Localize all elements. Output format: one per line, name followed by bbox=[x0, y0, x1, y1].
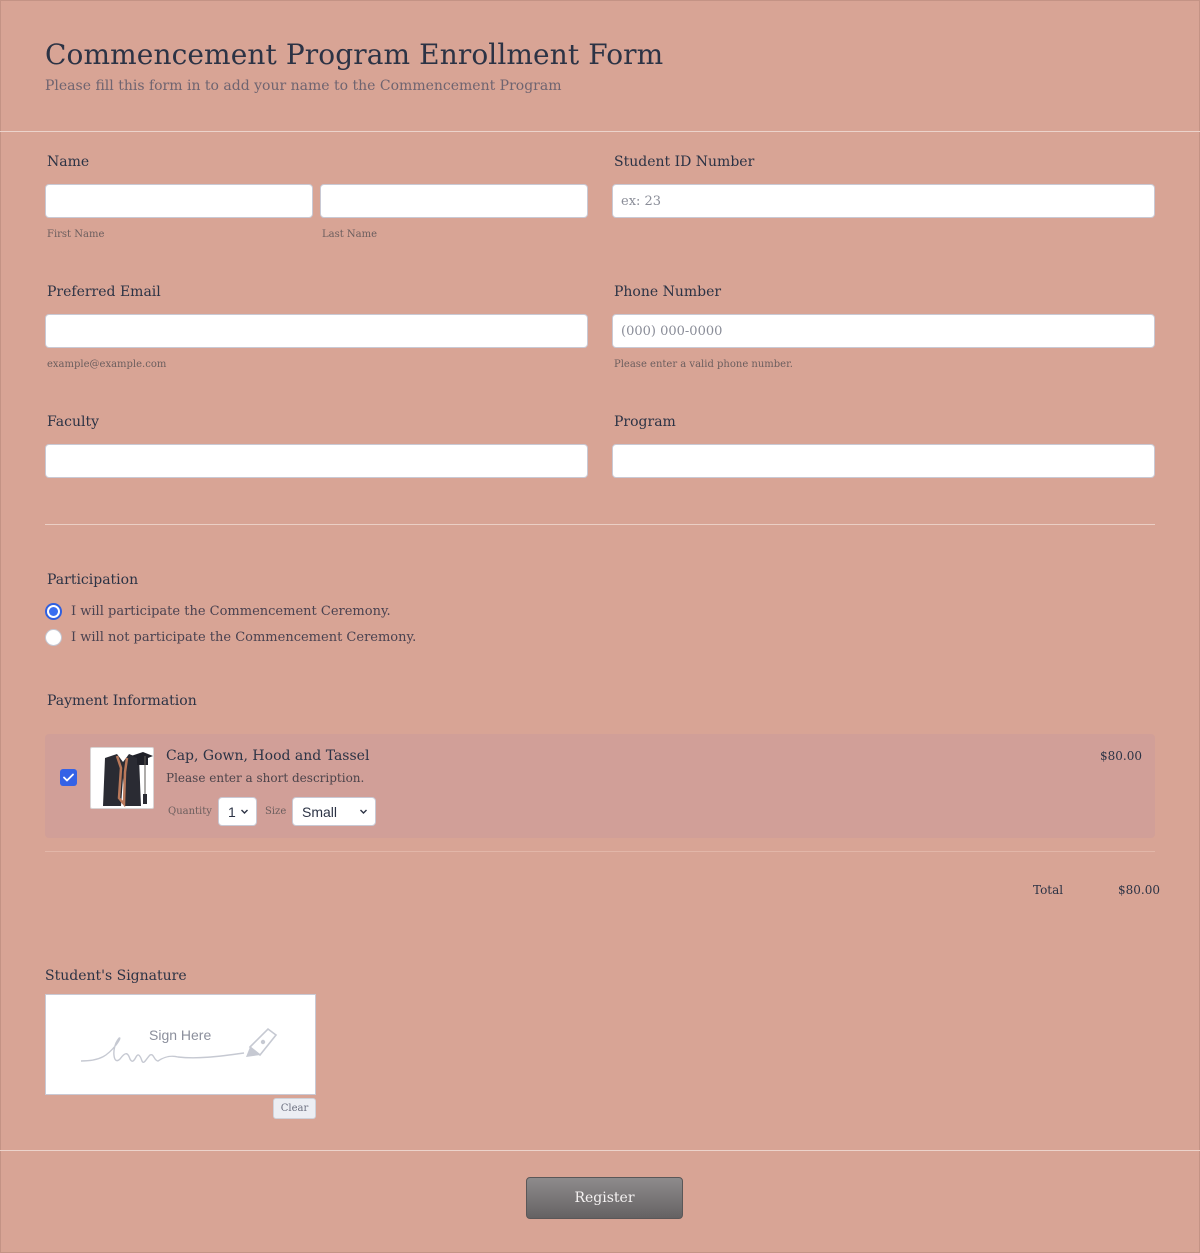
phone-label: Phone Number bbox=[614, 284, 722, 300]
total-label: Total bbox=[1033, 883, 1064, 897]
section-divider bbox=[45, 524, 1155, 525]
clear-signature-button[interactable]: Clear bbox=[273, 1098, 316, 1119]
form-subtitle: Please fill this form in to add your nam… bbox=[45, 78, 562, 94]
email-label: Preferred Email bbox=[47, 284, 161, 300]
participation-option-yes[interactable]: I will participate the Commencement Cere… bbox=[45, 600, 391, 622]
signature-label: Student's Signature bbox=[45, 968, 187, 984]
last-name-sublabel: Last Name bbox=[322, 229, 378, 240]
radio-button[interactable] bbox=[45, 628, 62, 646]
program-input[interactable] bbox=[612, 444, 1155, 478]
size-value: Small bbox=[302, 803, 338, 820]
form-title: Commencement Program Enrollment Form bbox=[45, 38, 664, 71]
total-value: $80.00 bbox=[1118, 883, 1160, 897]
product-name: Cap, Gown, Hood and Tassel bbox=[166, 748, 370, 764]
signature-placeholder: Sign Here bbox=[149, 1027, 212, 1043]
product-checkbox[interactable] bbox=[60, 769, 77, 786]
chevron-down-icon bbox=[241, 809, 248, 814]
size-select[interactable]: Small bbox=[292, 797, 376, 826]
size-label: Size bbox=[265, 806, 287, 817]
product-price: $80.00 bbox=[1100, 749, 1142, 763]
student-id-label: Student ID Number bbox=[614, 154, 755, 170]
first-name-input[interactable] bbox=[45, 184, 313, 218]
quantity-label: Quantity bbox=[168, 806, 212, 817]
quantity-select[interactable]: 1 bbox=[218, 797, 257, 826]
email-input[interactable] bbox=[45, 314, 588, 348]
product-item: Cap, Gown, Hood and Tassel Please enter … bbox=[45, 734, 1155, 838]
payment-divider bbox=[45, 851, 1155, 852]
payment-label: Payment Information bbox=[47, 693, 197, 709]
signature-scribble-icon bbox=[80, 1027, 278, 1064]
participation-option-no-label: I will not participate the Commencement … bbox=[71, 629, 417, 645]
footer-divider bbox=[0, 1150, 1200, 1151]
chevron-down-icon bbox=[360, 809, 367, 814]
program-label: Program bbox=[614, 414, 676, 430]
product-description: Please enter a short description. bbox=[166, 771, 365, 785]
register-button[interactable]: Register bbox=[526, 1177, 683, 1219]
form-header: Commencement Program Enrollment Form Ple… bbox=[0, 0, 1200, 132]
phone-sublabel: Please enter a valid phone number. bbox=[614, 359, 793, 370]
last-name-input[interactable] bbox=[320, 184, 588, 218]
first-name-sublabel: First Name bbox=[47, 229, 105, 240]
quantity-value: 1 bbox=[228, 803, 236, 820]
radio-button-selected[interactable] bbox=[45, 602, 62, 620]
email-sublabel: example@example.com bbox=[47, 359, 167, 370]
participation-label: Participation bbox=[47, 572, 139, 588]
faculty-label: Faculty bbox=[47, 414, 99, 430]
phone-input[interactable] bbox=[612, 314, 1155, 348]
graduation-gown-icon bbox=[90, 747, 154, 809]
participation-option-yes-label: I will participate the Commencement Cere… bbox=[71, 603, 391, 619]
signature-pad[interactable]: Sign Here bbox=[45, 994, 316, 1095]
checkmark-icon bbox=[63, 773, 74, 782]
name-label: Name bbox=[47, 154, 90, 170]
faculty-input[interactable] bbox=[45, 444, 588, 478]
participation-option-no[interactable]: I will not participate the Commencement … bbox=[45, 626, 416, 648]
student-id-input[interactable] bbox=[612, 184, 1155, 218]
